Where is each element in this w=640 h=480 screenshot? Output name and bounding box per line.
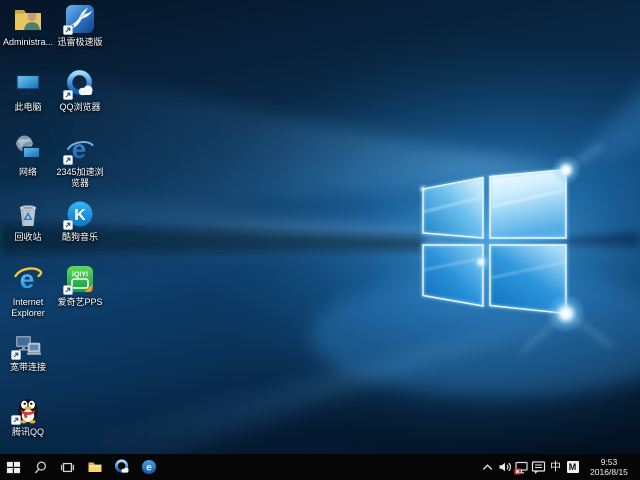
network-disconnected-icon xyxy=(514,460,529,475)
ime-m-badge: M xyxy=(567,461,579,473)
folder-icon xyxy=(87,459,103,475)
qq-browser-taskbar-button[interactable] xyxy=(108,454,135,480)
shortcut-arrow-badge xyxy=(63,285,73,295)
desktop-icon-tencent-qq[interactable]: 腾讯QQ xyxy=(2,394,54,438)
desktop-icon-xunlei-speed[interactable]: 迅雷极速版 xyxy=(54,4,106,48)
svg-text:iQIYI: iQIYI xyxy=(72,272,88,279)
shortcut-arrow-badge xyxy=(63,155,73,165)
desktop-icon-internet-explorer[interactable]: e Internet Explorer xyxy=(2,264,54,319)
volume-tray-button[interactable] xyxy=(497,454,512,480)
taskbar: e xyxy=(0,454,640,480)
shortcut-arrow-badge xyxy=(63,90,73,100)
icon-label: 腾讯QQ xyxy=(2,427,54,438)
desktop-icon-this-pc[interactable]: 此电脑 xyxy=(2,69,54,113)
clock-date: 2016/8/15 xyxy=(585,467,633,477)
svg-text:e: e xyxy=(146,462,152,473)
task-view-icon xyxy=(60,460,75,475)
desktop-icon-qq-browser[interactable]: QQ浏览器 xyxy=(54,69,106,113)
task-view-button[interactable] xyxy=(54,454,81,480)
ime-mode-button[interactable]: M xyxy=(565,454,580,480)
action-center-icon xyxy=(531,460,546,475)
monitor-icon xyxy=(13,69,43,99)
windows-logo-icon xyxy=(6,460,21,475)
icon-label: 迅雷极速版 xyxy=(54,37,106,48)
taskbar-clock[interactable]: 9:53 2016/8/15 xyxy=(582,457,636,477)
qq-browser-icon xyxy=(114,459,130,475)
network-globe-monitor-icon xyxy=(13,134,43,164)
icon-label: 回收站 xyxy=(2,232,54,243)
shortcut-arrow-badge xyxy=(63,25,73,35)
file-explorer-button[interactable] xyxy=(81,454,108,480)
icon-label: 酷狗音乐 xyxy=(54,232,106,243)
speaker-icon xyxy=(498,460,512,474)
icon-label: QQ浏览器 xyxy=(54,102,106,113)
clock-time: 9:53 xyxy=(585,457,633,467)
desktop-icon-iqiyi-pps[interactable]: iQIYI 爱奇艺PPS xyxy=(54,264,106,308)
icon-label: Administra... xyxy=(2,37,54,48)
taskbar-left-buttons: e xyxy=(0,454,162,480)
desktop-icon-kugou-music[interactable]: K 酷狗音乐 xyxy=(54,199,106,243)
desktop-icon-recycle-bin[interactable]: 回收站 xyxy=(2,199,54,243)
search-icon xyxy=(33,460,48,475)
icon-label: Internet Explorer xyxy=(2,297,54,319)
2345-browser-taskbar-button[interactable]: e xyxy=(135,454,162,480)
icon-label: 宽带连接 xyxy=(2,362,54,373)
shortcut-arrow-badge xyxy=(63,220,73,230)
shortcut-arrow-badge xyxy=(11,350,21,360)
network-tray-button[interactable] xyxy=(514,454,529,480)
desktop-icon-2345-browser[interactable]: e 2345加速浏览器 xyxy=(54,134,106,189)
start-button[interactable] xyxy=(0,454,27,480)
desktop-icon-network[interactable]: 网络 xyxy=(2,134,54,178)
icon-label: 此电脑 xyxy=(2,102,54,113)
user-folder-icon xyxy=(13,4,43,34)
input-method-label: 中 xyxy=(550,454,561,480)
desktop: Administra... 迅雷极速版 xyxy=(0,0,640,454)
icon-label: 爱奇艺PPS xyxy=(54,297,106,308)
search-button[interactable] xyxy=(27,454,54,480)
icon-label: 网络 xyxy=(2,167,54,178)
desktop-icon-broadband-connection[interactable]: 宽带连接 xyxy=(2,329,54,373)
svg-text:K: K xyxy=(74,207,86,224)
desktop-icon-administrator[interactable]: Administra... xyxy=(2,4,54,48)
2345-e-icon: e xyxy=(141,459,157,475)
input-method-indicator[interactable]: 中 xyxy=(548,454,563,480)
system-tray: 中 M 9:53 2016/8/15 xyxy=(480,454,640,480)
action-center-button[interactable] xyxy=(531,454,546,480)
svg-text:e: e xyxy=(72,134,86,164)
internet-explorer-e-icon: e xyxy=(13,264,43,294)
recycle-bin-icon xyxy=(13,199,43,229)
shortcut-arrow-badge xyxy=(11,415,21,425)
desktop-icon-grid: Administra... 迅雷极速版 xyxy=(2,0,112,454)
hidden-icons-chevron[interactable] xyxy=(480,454,495,480)
chevron-up-icon xyxy=(481,461,494,474)
icon-label: 2345加速浏览器 xyxy=(54,167,106,189)
